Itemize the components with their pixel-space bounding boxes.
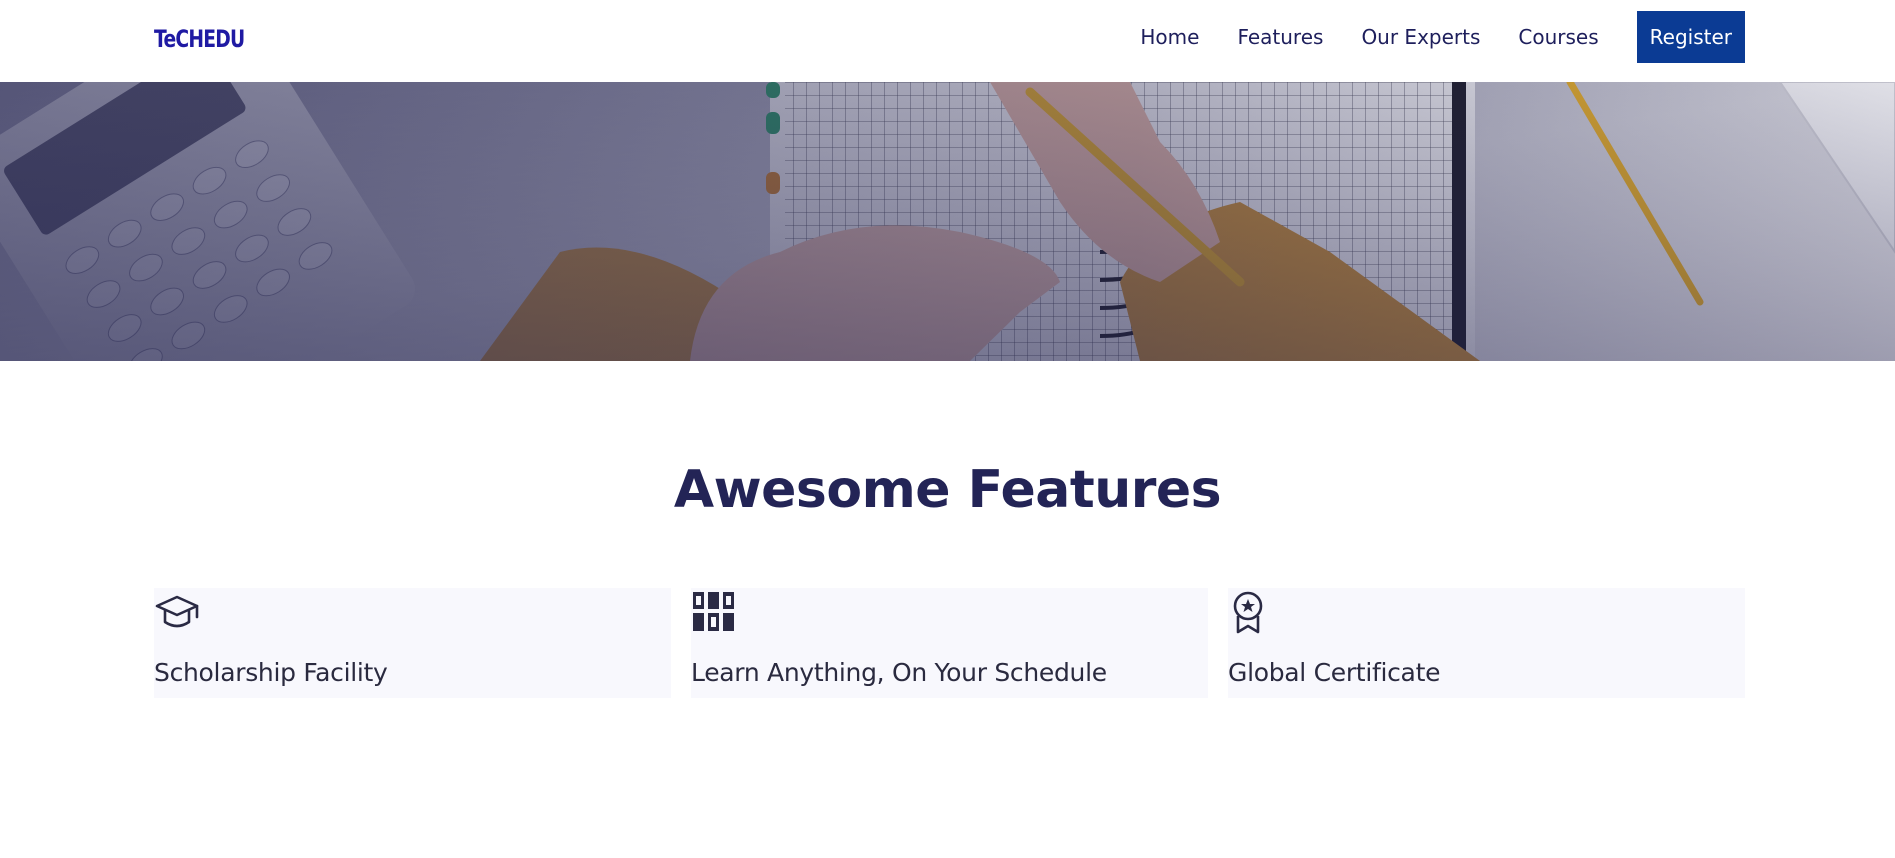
feature-card-title: Learn Anything, On Your Schedule [691, 658, 1107, 687]
features-heading: Awesome Features [673, 460, 1222, 520]
feature-card-schedule[interactable]: Learn Anything, On Your Schedule [691, 588, 1208, 698]
nav-link-features[interactable]: Features [1237, 25, 1323, 49]
register-button[interactable]: Register [1636, 11, 1745, 63]
feature-cards: Scholarship Facility Learn Anything, On … [154, 588, 1745, 698]
feature-card-title: Scholarship Facility [154, 658, 388, 687]
navbar: TeCHEDU Home Features Our Experts Course… [0, 0, 1895, 82]
feature-card-scholarship[interactable]: Scholarship Facility [154, 588, 671, 698]
nav-link-our-experts[interactable]: Our Experts [1361, 25, 1480, 49]
award-badge-icon [1233, 591, 1263, 634]
nav-links: Home Features Our Experts Courses Regist… [1140, 11, 1745, 63]
grid-blocks-icon [693, 592, 734, 631]
graduation-cap-icon [155, 595, 199, 628]
nav-link-courses[interactable]: Courses [1518, 25, 1598, 49]
feature-card-certificate[interactable]: Global Certificate [1228, 588, 1745, 698]
hero-banner [0, 82, 1895, 361]
hero-image [0, 82, 1895, 361]
nav-link-home[interactable]: Home [1140, 25, 1199, 49]
brand-logo[interactable]: TeCHEDU [154, 25, 245, 53]
feature-card-title: Global Certificate [1228, 658, 1441, 687]
